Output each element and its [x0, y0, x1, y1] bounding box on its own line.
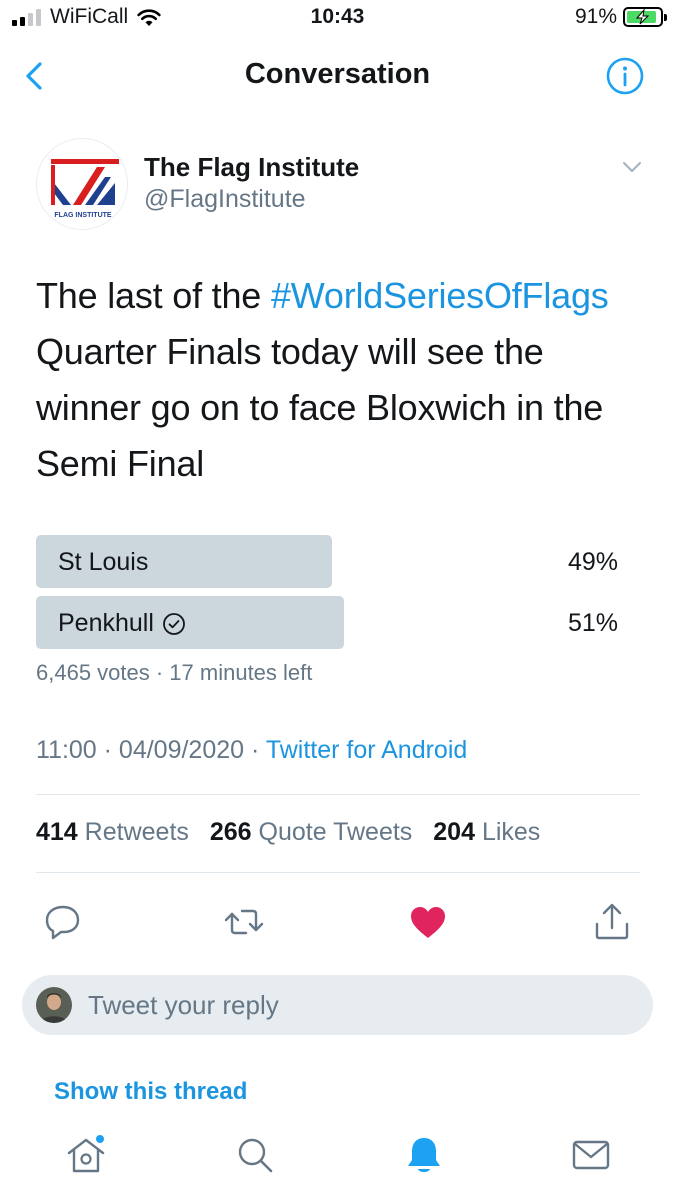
- tweet-actions: [0, 900, 675, 950]
- svg-text:FLAG INSTITUTE: FLAG INSTITUTE: [54, 212, 111, 219]
- info-button[interactable]: [605, 56, 645, 96]
- status-bar: WiFiCall 10:43 91%: [0, 0, 675, 38]
- tab-bar: [0, 1128, 675, 1200]
- charging-bolt-icon: [635, 9, 650, 25]
- nav-header: Conversation: [0, 48, 675, 104]
- poll-option-penkhull: Penkhull 51%: [36, 596, 640, 649]
- tab-notifications[interactable]: [402, 1133, 446, 1177]
- reply-button[interactable]: [41, 900, 85, 944]
- tab-search[interactable]: [233, 1133, 277, 1177]
- divider: [36, 872, 640, 873]
- tweet-author: FLAG INSTITUTE The Flag Institute @FlagI…: [36, 138, 648, 233]
- poll-option-label: St Louis: [58, 548, 149, 576]
- poll-option-percent: 49%: [567, 548, 618, 576]
- battery-icon: [623, 7, 667, 27]
- chevron-down-icon[interactable]: [622, 160, 642, 174]
- reply-icon: [45, 905, 80, 940]
- flag-institute-logo: FLAG INSTITUTE: [37, 139, 127, 229]
- tab-messages[interactable]: [569, 1133, 613, 1177]
- check-circle-icon: [163, 612, 185, 635]
- search-icon: [238, 1138, 273, 1173]
- author-handle[interactable]: @FlagInstitute: [144, 185, 306, 214]
- tweet-text: The last of the #WorldSeriesOfFlags Quar…: [36, 275, 609, 484]
- show-thread-link[interactable]: Show this thread: [54, 1078, 247, 1106]
- tweet-stats: 414 Retweets 266 Quote Tweets 204 Likes: [36, 818, 554, 847]
- reply-input[interactable]: Tweet your reply: [22, 975, 653, 1035]
- info-icon: [606, 57, 644, 95]
- share-icon: [595, 903, 629, 940]
- quote-tweets-stat[interactable]: 266 Quote Tweets: [210, 818, 412, 846]
- user-avatar: [36, 987, 72, 1023]
- reply-placeholder: Tweet your reply: [88, 990, 279, 1020]
- author-avatar[interactable]: FLAG INSTITUTE: [36, 138, 128, 230]
- battery-percent: 91%: [574, 5, 617, 28]
- tab-home[interactable]: [64, 1133, 108, 1177]
- divider: [36, 794, 640, 795]
- clock: 10:43: [310, 5, 365, 28]
- likes-stat[interactable]: 204 Likes: [433, 818, 540, 846]
- mail-icon: [572, 1140, 610, 1170]
- poll: St Louis 49% Penkhull 51% 6,465 votes · …: [36, 535, 640, 686]
- home-icon: [67, 1135, 105, 1173]
- poll-option-percent: 51%: [567, 609, 618, 637]
- tweet-source-link[interactable]: Twitter for Android: [266, 736, 467, 764]
- share-button[interactable]: [590, 900, 634, 944]
- poll-meta: 6,465 votes · 17 minutes left: [36, 660, 313, 685]
- retweets-stat[interactable]: 414 Retweets: [36, 818, 189, 846]
- retweet-icon: [224, 909, 264, 935]
- tweet-timestamp: 11:00 · 04/09/2020 · Twitter for Android: [36, 736, 468, 764]
- bell-icon: [408, 1138, 440, 1172]
- poll-option-st-louis: St Louis 49%: [36, 535, 640, 588]
- like-button[interactable]: [406, 900, 450, 944]
- hashtag-link[interactable]: #WorldSeriesOfFlags: [271, 275, 609, 316]
- poll-option-label: Penkhull: [58, 609, 154, 637]
- author-name[interactable]: The Flag Institute: [144, 152, 359, 183]
- retweet-button[interactable]: [222, 900, 266, 944]
- heart-filled-icon: [411, 907, 445, 938]
- page-title: Conversation: [244, 58, 431, 90]
